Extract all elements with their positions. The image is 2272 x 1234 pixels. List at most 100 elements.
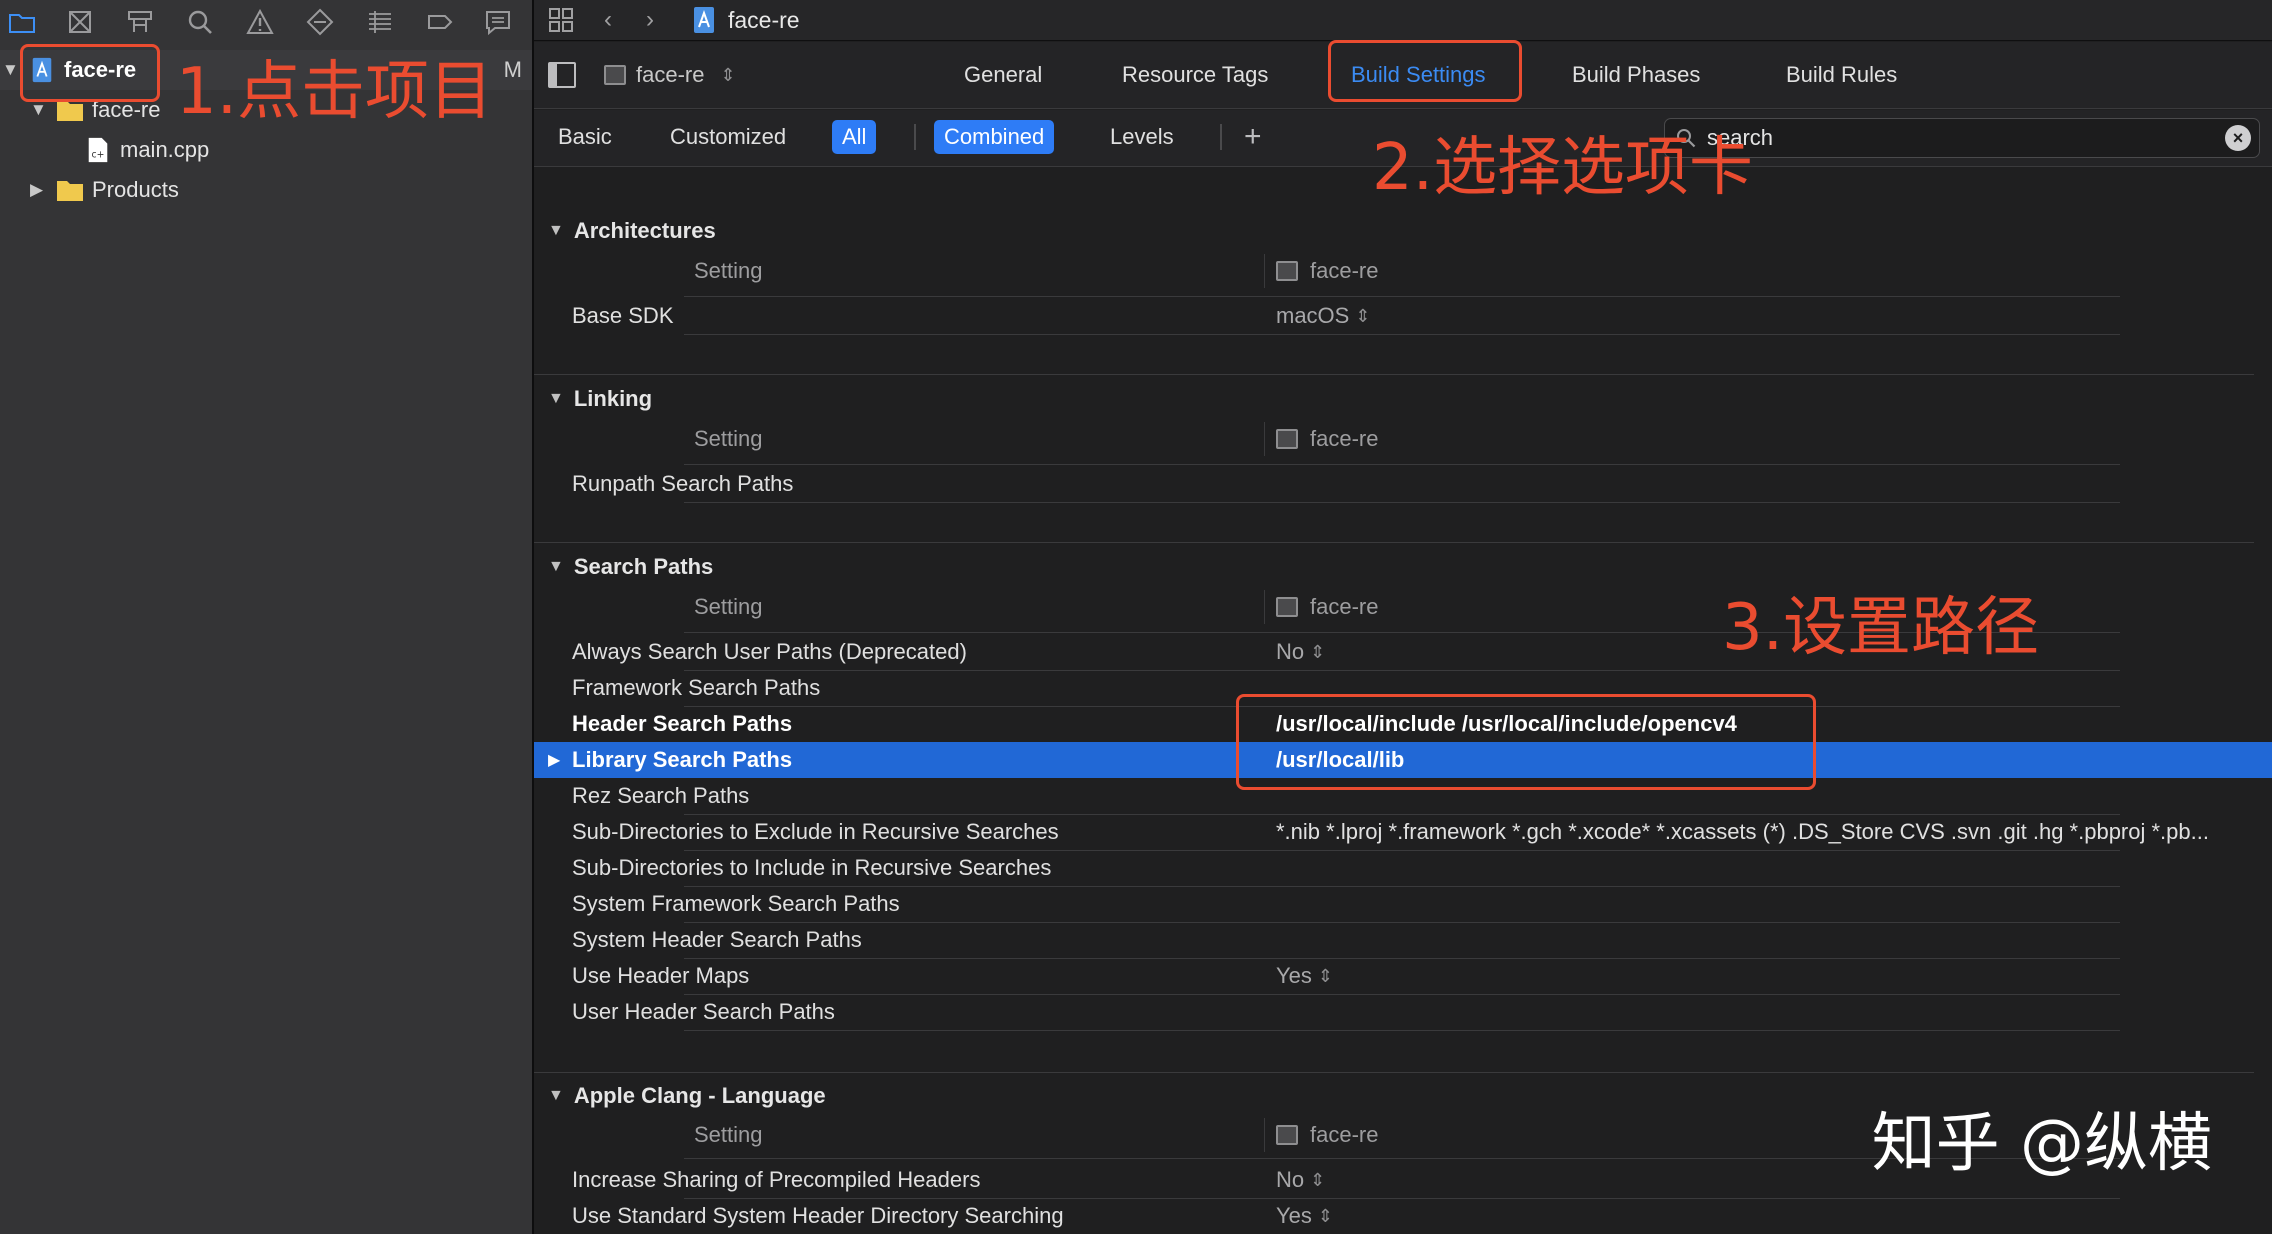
scope-levels[interactable]: Levels xyxy=(1100,120,1184,154)
disclosure-down-icon[interactable]: ▼ xyxy=(548,1087,564,1105)
setting-row-user-header-search-paths[interactable]: User Header Search Paths xyxy=(534,994,2272,1030)
breakpoint-icon[interactable] xyxy=(420,4,460,40)
file-label: main.cpp xyxy=(120,137,210,162)
debug-list-icon[interactable] xyxy=(360,4,400,40)
search-input[interactable] xyxy=(1705,124,2229,152)
disclosure-right-icon[interactable]: ▶ xyxy=(548,742,560,778)
setting-name: Always Search User Paths (Deprecated) xyxy=(572,639,967,664)
setting-name: Rez Search Paths xyxy=(572,783,750,808)
section-divider xyxy=(534,374,2254,375)
report-icon[interactable] xyxy=(478,4,518,40)
disclosure-down-icon[interactable]: ▼ xyxy=(30,100,47,120)
setting-value[interactable]: *.nib *.lproj *.framework *.gch *.xcode*… xyxy=(1276,814,2266,850)
group-item-products[interactable]: ▶ Products xyxy=(0,170,532,210)
scope-customized[interactable]: Customized xyxy=(660,120,796,154)
row-divider xyxy=(684,502,2120,503)
section-architectures[interactable]: ▼ Architectures xyxy=(548,213,716,249)
target-icon xyxy=(604,65,626,85)
setting-row-system-header-search-paths[interactable]: System Header Search Paths xyxy=(534,922,2272,958)
setting-row-exclude-subdirectories[interactable]: Sub-Directories to Exclude in Recursive … xyxy=(534,814,2272,850)
folder-icon xyxy=(57,181,83,201)
setting-name: Increase Sharing of Precompiled Headers xyxy=(572,1167,981,1192)
section-title: Apple Clang - Language xyxy=(573,1083,826,1108)
annotation-box-build-settings-tab xyxy=(1328,40,1522,102)
annotation-step1: 1.点击项目 xyxy=(176,55,494,129)
row-divider xyxy=(684,334,2120,335)
jump-bar-title[interactable]: face-re xyxy=(728,0,800,40)
setting-value[interactable]: No ⇕ xyxy=(1276,634,1325,670)
disclosure-down-icon[interactable]: ▼ xyxy=(2,60,19,80)
back-chevron-icon[interactable]: ‹ xyxy=(604,0,612,40)
setting-row-runpath-search-paths[interactable]: Runpath Search Paths xyxy=(534,466,2272,502)
scope-basic[interactable]: Basic xyxy=(548,120,622,154)
stepper-icon: ⇕ xyxy=(1317,1205,1333,1226)
column-setting: Setting xyxy=(694,594,763,619)
clear-search-icon[interactable]: × xyxy=(2225,125,2251,151)
annotation-step2: 2.选择选项卡 xyxy=(1372,131,1754,205)
setting-name: Runpath Search Paths xyxy=(572,471,794,496)
section-title: Search Paths xyxy=(573,554,714,579)
cpp-file-icon: c+ xyxy=(88,137,108,163)
watermark: 知乎 @纵横 xyxy=(1871,1107,2212,1181)
column-setting: Setting xyxy=(694,258,763,283)
search-field[interactable]: × xyxy=(1664,118,2260,158)
setting-name: User Header Search Paths xyxy=(572,999,835,1024)
column-divider xyxy=(1264,422,1265,456)
scope-combined[interactable]: Combined xyxy=(934,120,1055,154)
column-target: face-re xyxy=(1276,1118,1378,1152)
sidebar-toggle-icon[interactable] xyxy=(548,62,576,88)
file-item-main-cpp[interactable]: c+ main.cpp xyxy=(0,130,532,170)
source-control-icon[interactable] xyxy=(60,4,100,40)
target-icon xyxy=(1276,1125,1298,1145)
jump-bar: ‹ › face-re xyxy=(534,0,2272,41)
value-text: Yes xyxy=(1276,963,1312,988)
test-diamond-icon[interactable] xyxy=(300,4,340,40)
setting-value[interactable]: macOS ⇕ xyxy=(1276,298,1370,334)
target-icon xyxy=(1276,597,1298,617)
search-icon[interactable] xyxy=(180,4,220,40)
tab-general[interactable]: General xyxy=(964,42,1042,108)
setting-row-use-header-maps[interactable]: Use Header Maps Yes ⇕ xyxy=(534,958,2272,994)
add-setting-button[interactable]: + xyxy=(1234,120,1272,154)
row-divider xyxy=(684,464,2120,465)
setting-name: Sub-Directories to Include in Recursive … xyxy=(572,855,1052,880)
grid-icon[interactable] xyxy=(548,0,574,40)
tab-resource-tags[interactable]: Resource Tags xyxy=(1122,42,1268,108)
disclosure-down-icon[interactable]: ▼ xyxy=(548,558,564,576)
stepper-icon: ⇕ xyxy=(720,64,736,85)
disclosure-down-icon[interactable]: ▼ xyxy=(548,222,564,240)
setting-value[interactable]: Yes ⇕ xyxy=(1276,1198,1333,1234)
row-divider xyxy=(684,296,2120,297)
svg-text:c+: c+ xyxy=(92,149,105,160)
column-target: face-re xyxy=(1276,422,1378,456)
column-target: face-re xyxy=(1276,590,1378,624)
section-linking[interactable]: ▼ Linking xyxy=(548,381,652,417)
setting-row-include-subdirectories[interactable]: Sub-Directories to Include in Recursive … xyxy=(534,850,2272,886)
setting-row-standard-system-header-search[interactable]: Use Standard System Header Directory Sea… xyxy=(534,1198,2272,1234)
disclosure-down-icon[interactable]: ▼ xyxy=(548,390,564,408)
setting-row-base-sdk[interactable]: Base SDK macOS ⇕ xyxy=(534,298,2272,334)
scope-all[interactable]: All xyxy=(832,120,877,154)
setting-row-system-framework-search-paths[interactable]: System Framework Search Paths xyxy=(534,886,2272,922)
tab-build-rules[interactable]: Build Rules xyxy=(1786,42,1897,108)
section-search-paths[interactable]: ▼ Search Paths xyxy=(548,549,713,585)
annotation-box-project xyxy=(20,44,160,102)
section-apple-clang-language[interactable]: ▼ Apple Clang - Language xyxy=(548,1078,826,1114)
setting-value[interactable]: Yes ⇕ xyxy=(1276,958,1333,994)
symbol-navigator-icon[interactable] xyxy=(120,4,160,40)
value-text: Yes xyxy=(1276,1203,1312,1228)
setting-value[interactable]: No ⇕ xyxy=(1276,1162,1325,1198)
target-popup[interactable]: face-re ⇕ xyxy=(604,42,736,108)
setting-name: Use Standard System Header Directory Sea… xyxy=(572,1203,1064,1228)
tab-build-phases[interactable]: Build Phases xyxy=(1572,42,1700,108)
disclosure-right-icon[interactable]: ▶ xyxy=(30,180,43,200)
column-divider xyxy=(1264,254,1265,288)
xcode-project-icon xyxy=(694,7,714,33)
warning-icon[interactable] xyxy=(240,4,280,40)
forward-chevron-icon[interactable]: › xyxy=(646,0,654,40)
target-icon xyxy=(1276,429,1298,449)
folder-icon[interactable] xyxy=(2,4,42,40)
value-text: macOS xyxy=(1276,303,1350,328)
annotation-step3: 3.设置路径 xyxy=(1722,591,2040,665)
scope-divider xyxy=(1220,124,1222,150)
